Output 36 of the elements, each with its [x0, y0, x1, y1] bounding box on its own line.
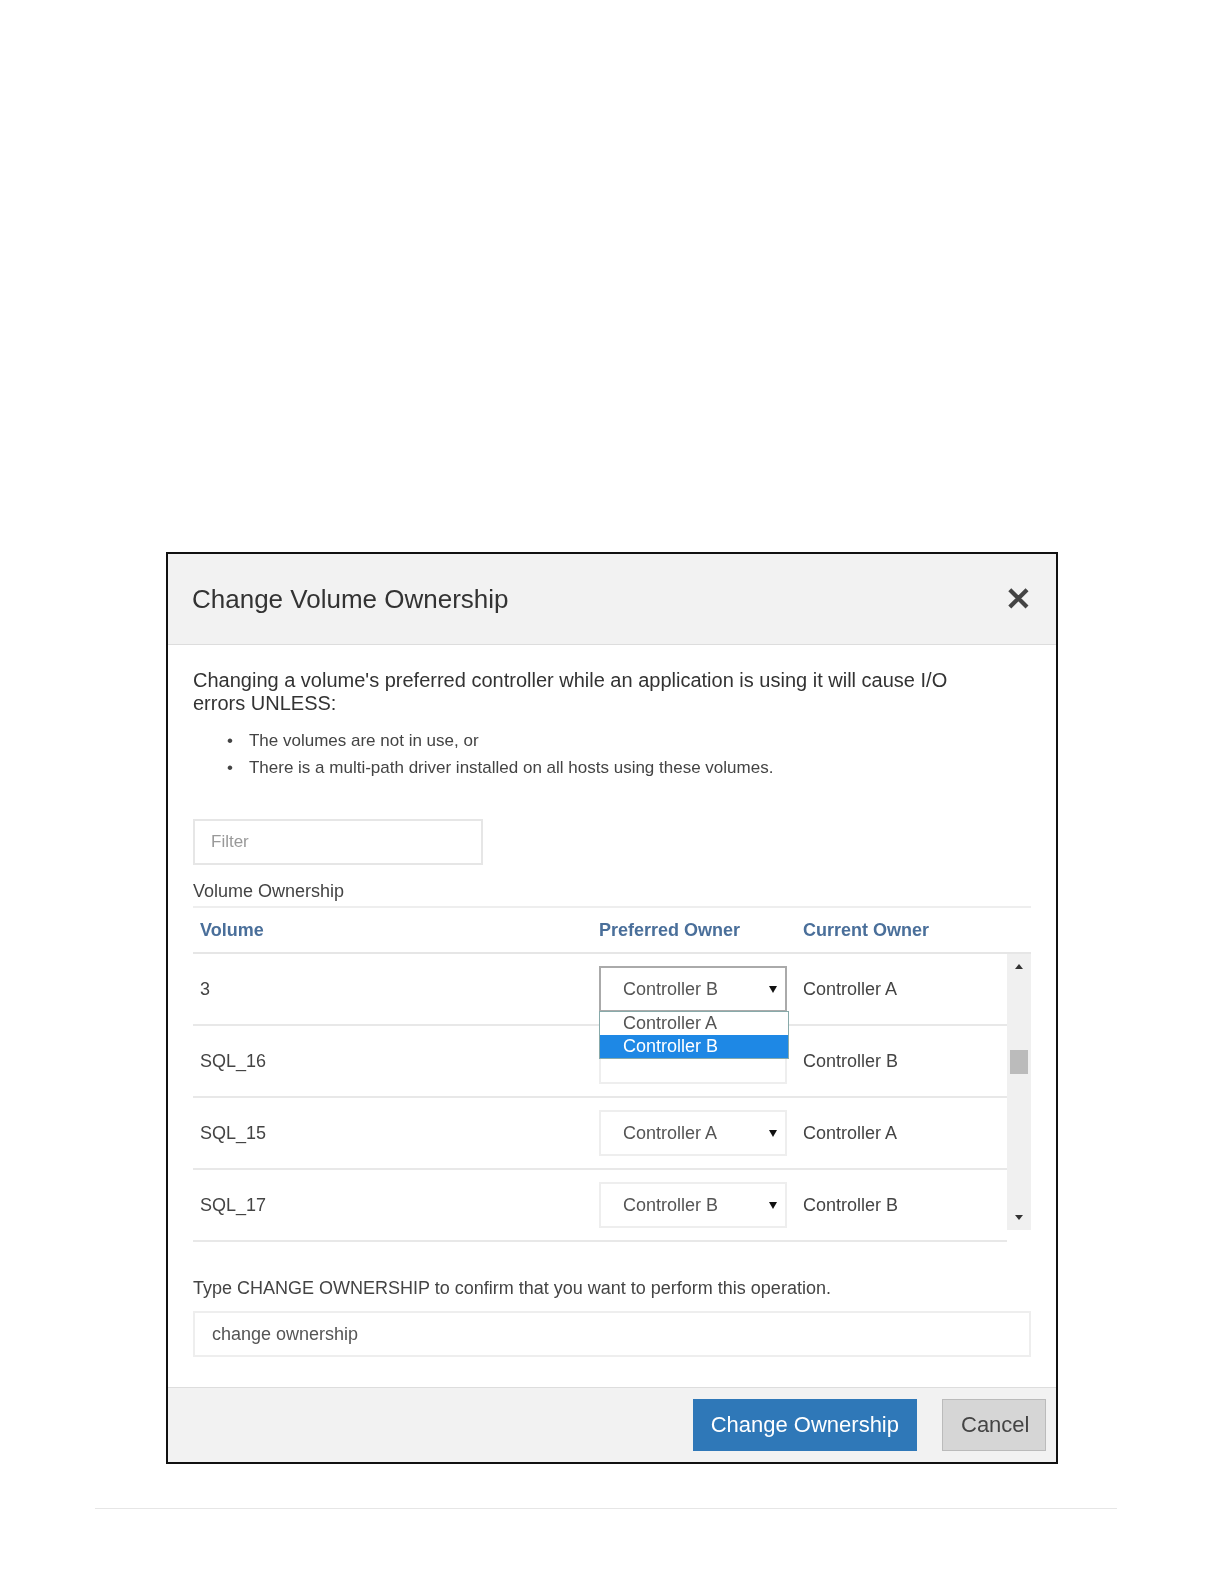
scroll-up-icon[interactable]: [1015, 964, 1023, 969]
owner-select[interactable]: Controller B: [599, 966, 787, 1012]
confirm-field[interactable]: change ownership: [193, 1311, 1031, 1357]
scroll-down-icon[interactable]: [1015, 1215, 1023, 1220]
dialog-title: Change Volume Ownership: [192, 583, 509, 615]
table-title: Volume Ownership: [193, 881, 1031, 908]
table-cell-text: Controller B: [803, 1050, 900, 1072]
bullet-icon: •: [227, 754, 233, 781]
warning-text: Changing a volume's preferred controller while an application is using it will cause I/O errors UNLESS:: [193, 669, 949, 715]
table-cell-text: Controller A: [803, 978, 899, 1000]
column-header[interactable]: Volume: [193, 919, 599, 941]
cancel-button[interactable]: Cancel: [942, 1399, 1046, 1451]
confirm-prompt: Type CHANGE OWNERSHIP to confirm that you want to perform this operation.: [193, 1278, 832, 1299]
owner-select[interactable]: Controller B: [599, 1182, 787, 1228]
caret-icon: [769, 1129, 777, 1137]
table-cell-text: 3: [199, 978, 211, 1000]
dropdown-option[interactable]: Controller A: [600, 1012, 788, 1035]
caret-icon: [769, 1201, 777, 1209]
column-header[interactable]: Current Owner: [803, 919, 1003, 941]
table-cell-text: Controller A: [803, 1122, 899, 1144]
change-ownership-button[interactable]: Change Ownership: [692, 1399, 917, 1451]
bullet-icon: •: [227, 727, 233, 754]
scroll-thumb[interactable]: [1010, 1050, 1028, 1074]
dropdown-option[interactable]: Controller B: [600, 1035, 788, 1058]
close-button[interactable]: ✕: [1005, 583, 1032, 615]
condition-item: The volumes are not in use, or: [248, 730, 479, 752]
condition-item: There is a multi-path driver installed on all hosts using these volumes.: [248, 757, 774, 779]
table-cell-text: SQL_17: [199, 1194, 268, 1216]
column-header[interactable]: Preferred Owner: [599, 919, 803, 941]
table-cell-text: SQL_16: [199, 1050, 268, 1072]
owner-select[interactable]: Controller A: [599, 1110, 787, 1156]
caret-icon: [769, 985, 777, 993]
scrollbar[interactable]: [1007, 954, 1031, 1230]
table-cell-text: SQL_15: [199, 1122, 268, 1144]
filter-field[interactable]: Filter: [193, 819, 483, 865]
table-cell-text: Controller B: [803, 1194, 900, 1216]
